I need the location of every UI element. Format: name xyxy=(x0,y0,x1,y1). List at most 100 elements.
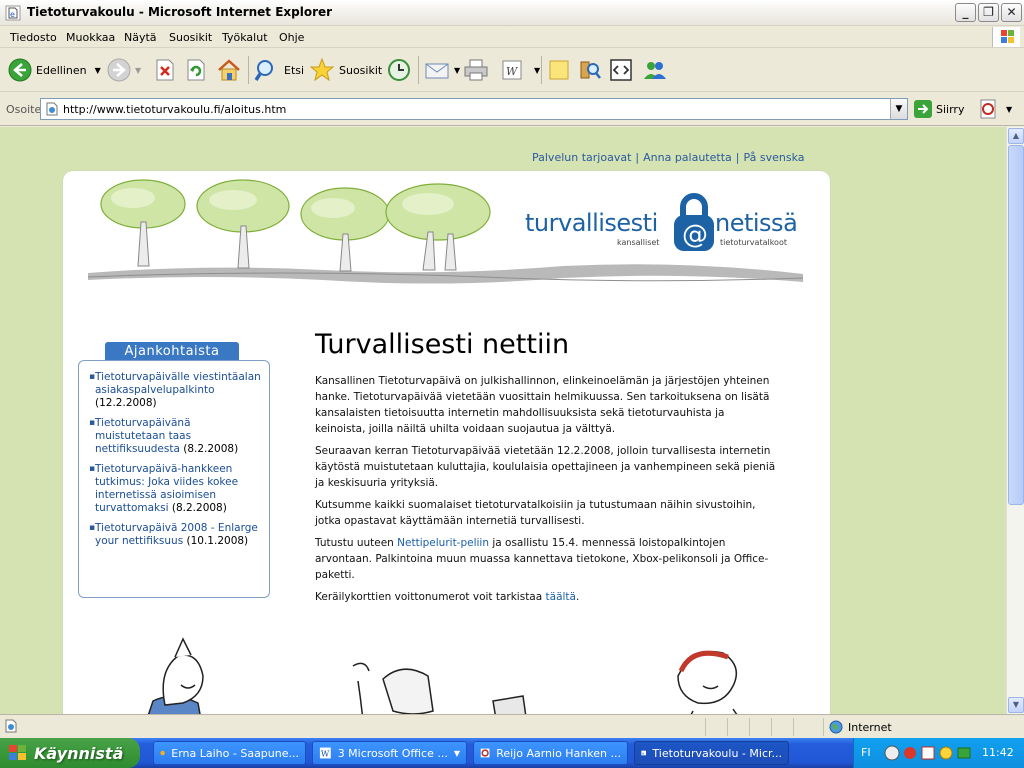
task-ie[interactable]: e Tietoturvakoulu - Micr... xyxy=(634,741,789,765)
ie-icon: e xyxy=(5,5,21,21)
code-icon xyxy=(610,59,632,81)
scroll-down-icon[interactable]: ▼ xyxy=(1008,697,1024,713)
toolbar-separator xyxy=(541,56,542,84)
history-button[interactable] xyxy=(386,56,412,84)
favorites-button[interactable]: Suosikit xyxy=(309,56,382,84)
vertical-scrollbar[interactable]: ▲ ▼ xyxy=(1006,127,1024,714)
clock[interactable]: 11:42 xyxy=(982,746,1014,759)
menu-file[interactable]: Tiedosto xyxy=(10,31,57,44)
top-links: Palvelun tarjoavat | Anna palautetta | På sv… xyxy=(532,151,805,164)
stop-button[interactable] xyxy=(154,56,176,84)
home-button[interactable] xyxy=(216,56,242,84)
research-button[interactable] xyxy=(578,56,602,84)
research-icon xyxy=(580,61,601,79)
search-label: Etsi xyxy=(284,63,305,77)
logo-at: @ xyxy=(682,220,708,250)
svg-text:e: e xyxy=(10,10,15,19)
globe-icon xyxy=(829,720,843,734)
forward-arrow-icon xyxy=(107,58,131,82)
edit-dropdown-icon[interactable]: ▼ xyxy=(534,66,540,75)
address-url[interactable]: http://www.tietoturvakoulu.fi/aloitus.ht… xyxy=(63,103,286,116)
address-label: Osoite xyxy=(6,103,42,116)
messenger-button[interactable] xyxy=(642,56,668,84)
address-field[interactable]: http://www.tietoturvakoulu.fi/aloitus.ht… xyxy=(40,98,908,120)
menu-favorites[interactable]: Suosikit xyxy=(169,31,212,44)
word-app-icon: W xyxy=(319,747,331,759)
address-bar: Osoite http://www.tietoturvakoulu.fi/alo… xyxy=(0,92,1024,126)
task-office[interactable]: W 3 Microsoft Office ... ▼ xyxy=(312,741,467,765)
paragraph: Kutsumme kaikki suomalaiset tietoturvata… xyxy=(315,499,756,527)
refresh-button[interactable] xyxy=(185,56,207,84)
menu-help[interactable]: Ohje xyxy=(279,31,304,44)
svg-text:W: W xyxy=(321,749,330,759)
menu-view[interactable]: Näytä xyxy=(124,31,157,44)
news-tab-header: Ajankohtaista xyxy=(105,342,239,361)
page-icon xyxy=(46,102,58,116)
news-box: ▪ Tietoturvapäivälle viestintäalan asiak… xyxy=(78,360,270,598)
go-button[interactable]: Siirry xyxy=(914,100,964,118)
site-logo: turvallisesti @ netissä kansalliset tiet… xyxy=(525,191,815,261)
source-button[interactable] xyxy=(609,56,633,84)
forward-button[interactable]: ▼ xyxy=(107,56,141,84)
links-dropdown-icon[interactable]: ▼ xyxy=(1006,105,1012,114)
news-link[interactable]: Tietoturvapäivälle viestintäalan asiakas… xyxy=(95,371,261,396)
menu-edit[interactable]: Muokkaa xyxy=(66,31,115,44)
search-icon xyxy=(254,60,273,81)
logo-sub-1: kansalliset xyxy=(617,238,660,247)
messenger-icon xyxy=(644,62,666,79)
history-icon xyxy=(388,59,410,81)
favorites-label: Suosikit xyxy=(339,63,383,77)
minimize-button[interactable]: _ xyxy=(955,3,976,22)
news-date: (8.2.2008) xyxy=(183,443,239,455)
maximize-button[interactable]: ❐ xyxy=(978,3,999,22)
security-zone: Internet xyxy=(848,721,892,734)
edit-word-button[interactable]: W ▼ xyxy=(500,56,540,84)
news-item: ▪ Tietoturvapäivälle viestintäalan asiak… xyxy=(89,371,261,409)
back-arrow-icon xyxy=(8,58,32,82)
close-button[interactable]: ✕ xyxy=(1001,3,1022,22)
link-swedish[interactable]: På svenska xyxy=(743,151,804,164)
mail-button[interactable]: ▼ xyxy=(424,56,460,84)
search-button[interactable]: Etsi xyxy=(254,56,304,84)
start-button[interactable]: Käynnistä xyxy=(0,738,140,768)
pdf-app-icon xyxy=(480,748,490,758)
scroll-thumb[interactable] xyxy=(1008,145,1024,505)
link-nettipelurit[interactable]: Nettipelurit-peliin xyxy=(397,537,489,549)
scroll-up-icon[interactable]: ▲ xyxy=(1008,128,1024,144)
task-lotus[interactable]: Erna Laiho - Saapune... xyxy=(153,741,306,765)
paragraph: Tutustu uuteen Nettipelurit-peliin ja os… xyxy=(315,537,769,581)
links-button[interactable]: ▼ xyxy=(978,98,1012,120)
language-indicator[interactable]: FI xyxy=(861,746,871,759)
padlock-icon: @ xyxy=(674,193,714,251)
word-icon: W xyxy=(502,60,522,80)
back-label: Edellinen xyxy=(36,63,87,77)
tray-icons[interactable] xyxy=(884,745,976,761)
link-feedback[interactable]: Anna palautetta xyxy=(643,151,732,164)
mail-dropdown-icon[interactable]: ▼ xyxy=(454,66,460,75)
mail-app-icon xyxy=(160,750,165,756)
forward-dropdown-icon[interactable]: ▼ xyxy=(135,66,141,75)
logo-word-1: turvallisesti xyxy=(525,209,658,237)
paragraph: Kansallinen Tietoturvapäivä on julkishal… xyxy=(315,375,770,435)
news-item: ▪ Tietoturvapäivä-hankkeen tutkimus: Jok… xyxy=(89,463,239,514)
home-icon xyxy=(218,59,240,81)
menu-tools[interactable]: Työkalut xyxy=(222,31,268,44)
link-service-providers[interactable]: Palvelun tarjoavat xyxy=(532,151,631,164)
back-button[interactable]: Edellinen ▼ xyxy=(8,56,101,84)
news-date: (12.2.2008) xyxy=(95,397,157,409)
windows-flag-icon xyxy=(992,27,1020,47)
task-pdf[interactable]: Reijo Aarnio Hanken ... xyxy=(473,741,628,765)
back-dropdown-icon[interactable]: ▼ xyxy=(95,66,101,75)
taskbar: Käynnistä Erna Laiho - Saapune... W 3 Mi… xyxy=(0,738,1024,768)
discuss-button[interactable] xyxy=(547,56,571,84)
news-date: (8.2.2008) xyxy=(171,502,227,514)
stop-icon xyxy=(156,59,174,81)
address-dropdown-icon[interactable]: ▼ xyxy=(890,99,907,119)
news-date: (10.1.2008) xyxy=(186,535,249,547)
print-button[interactable] xyxy=(463,56,489,84)
link-here[interactable]: täältä xyxy=(546,591,576,603)
page-status-icon xyxy=(5,719,17,733)
news-link[interactable]: Tietoturvapäivänä muistutetaan taas nett… xyxy=(95,417,191,455)
go-arrow-icon xyxy=(914,100,932,118)
content-card: turvallisesti @ netissä kansalliset tiet… xyxy=(63,171,830,714)
